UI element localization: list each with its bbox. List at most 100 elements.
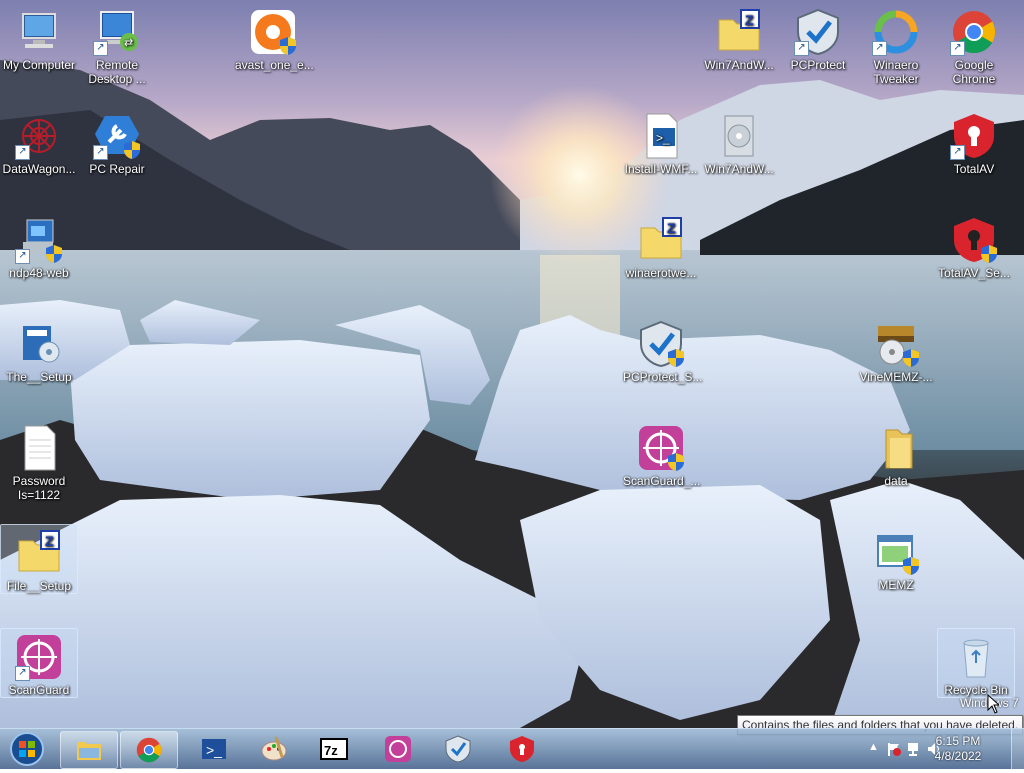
desktop-icon-totalav[interactable]: ↗ TotalAV [935,108,1013,176]
svg-text:>_: >_ [206,742,222,758]
chrome-icon: ↗ [950,8,998,56]
action-center-flag-icon[interactable] [886,741,902,757]
uac-shield-icon [903,349,919,367]
icon-label: MEMZ [878,578,914,592]
powershell-script-icon: >_ [637,112,685,160]
icon-label: avast_one_e... [235,58,314,72]
icon-label: Google Chrome [952,58,996,86]
desktop-icon-ndp48-web[interactable]: ↗ ndp48-web [0,212,78,280]
taskbar-totalav[interactable] [494,731,550,767]
svg-text:Z: Z [45,533,54,549]
desktop-icon-vinememz[interactable]: VineMEMZ-... [857,316,935,384]
shortcut-arrow-icon: ↗ [950,41,965,56]
icon-label: File__Setup [6,579,72,593]
clock-date: 4/8/2022 [934,749,982,763]
uac-shield-icon [668,349,684,367]
shortcut-arrow-icon: ↗ [872,41,887,56]
desktop-icon-pc-repair[interactable]: ↗ PC Repair [78,108,156,176]
desktop-icon-datawagon[interactable]: ↗ DataWagon... [0,108,78,176]
icon-label: data [884,474,908,488]
folder-icon [872,424,920,472]
taskbar-chrome[interactable] [120,731,178,769]
shortcut-arrow-icon: ↗ [93,41,108,56]
powershell-icon: >_ [202,739,226,759]
desktop-icon-my-computer[interactable]: My Computer [0,4,78,72]
desktop-icon-pcprotect[interactable]: ↗ PCProtect [779,4,857,72]
taskbar-explorer[interactable] [60,731,118,769]
shortcut-arrow-icon: ↗ [794,41,809,56]
icon-label: My Computer [2,58,76,72]
icon-label: PCProtect_S... [623,370,703,384]
uac-shield-icon [124,141,140,159]
windows-orb-icon [10,732,44,766]
icon-label: ndp48-web [9,266,69,280]
icon-label: Remote Desktop ... [88,58,146,86]
clock-time: 6:15 PM [935,734,981,748]
desktop-icon-password-text[interactable]: Password Is=1122 [0,420,78,502]
desktop-icon-win7andw-zip-1[interactable]: Z Win7AndW... [700,4,778,72]
network-icon[interactable] [906,741,922,757]
installer-icon: ↗ [15,216,63,264]
totalav-setup-icon [950,216,998,264]
desktop-icon-totalav-setup[interactable]: TotalAV_Se... [935,212,1013,280]
icon-label: Win7AndW... [704,162,774,176]
show-hidden-icons-chevron-icon[interactable]: ▲ [868,741,879,753]
desktop-icon-winaero-tweaker[interactable]: ↗ Winaero Tweaker [857,4,935,86]
pcprotect-icon: ↗ [794,8,842,56]
desktop-icon-winaerotweaker-zip[interactable]: Z winaerotwe... [622,212,700,280]
icon-label: Password Is=1122 [12,474,66,502]
icon-label: ScanGuard [8,683,70,697]
7zip-icon: 7z [320,738,348,760]
taskbar: >_ 7z ▲ 6:15 PM 4/8/2022 [0,728,1024,769]
icon-label: TotalAV_Se... [938,266,1010,280]
icon-label: winaerotwe... [625,266,697,280]
disc-image-icon [715,112,763,160]
icon-label: PCProtect [790,58,846,72]
svg-text:Z: Z [667,220,676,236]
zipped-folder-icon: Z [15,529,63,577]
svg-text:7z: 7z [324,743,338,758]
desktop-icon-remote-desktop[interactable]: ⇄ ↗ Remote Desktop ... [78,4,156,86]
desktop-icon-scanguard-setup[interactable]: ScanGuard_... [622,420,700,488]
taskbar-paint[interactable] [246,731,302,767]
icon-label: Recycle Bin [944,683,1008,697]
scanguard-icon [385,736,411,762]
desktop-icon-memz[interactable]: MEMZ [857,524,935,592]
desktop-icon-google-chrome[interactable]: ↗ Google Chrome [935,4,1013,86]
icon-label: PC Repair [89,162,145,176]
start-button[interactable] [3,730,51,768]
desktop-icon-file-setup[interactable]: Z File__Setup [0,524,78,594]
desktop-icon-data-folder[interactable]: data [857,420,935,488]
icon-label: Winaero Tweaker [873,58,919,86]
svg-text:Z: Z [745,12,754,28]
zipped-folder-icon: Z [715,8,763,56]
totalav-icon: ↗ [950,112,998,160]
desktop-icon-the-setup[interactable]: The__Setup [0,316,78,384]
uac-shield-icon [981,245,997,263]
desktop-icon-recycle-bin[interactable]: Recycle Bin [937,628,1015,698]
show-desktop-button[interactable] [1011,729,1024,769]
desktop-icon-pcprotect-setup[interactable]: PCProtect_S... [622,316,703,384]
scanguard-setup-icon [637,424,685,472]
uac-shield-icon [903,557,919,575]
uac-shield-icon [668,453,684,471]
taskbar-scanguard[interactable] [370,731,426,767]
icon-label: VineMEMZ-... [859,370,933,384]
desktop-icon-scanguard[interactable]: ↗ ScanGuard [0,628,78,698]
system-tray: ▲ 6:15 PM 4/8/2022 [834,729,1024,769]
text-file-icon [15,424,63,472]
shortcut-arrow-icon: ↗ [93,145,108,160]
desktop-icon-avast[interactable]: avast_one_e... [234,4,314,72]
taskbar-7zip[interactable]: 7z [306,731,362,767]
winaero-tweaker-icon: ↗ [872,8,920,56]
clock[interactable]: 6:15 PM 4/8/2022 [928,734,988,764]
chrome-icon [136,737,162,763]
svg-text:⇄: ⇄ [124,37,133,49]
taskbar-powershell[interactable]: >_ [186,731,242,767]
desktop-icon-install-wmf[interactable]: >_ Install-WMF... [622,108,700,176]
desktop-icon-win7andw-iso[interactable]: Win7AndW... [700,108,778,176]
computer-icon [15,8,63,56]
icon-label: The__Setup [6,370,72,384]
taskbar-pcprotect[interactable] [430,731,486,767]
icon-label: Install-WMF... [624,162,698,176]
